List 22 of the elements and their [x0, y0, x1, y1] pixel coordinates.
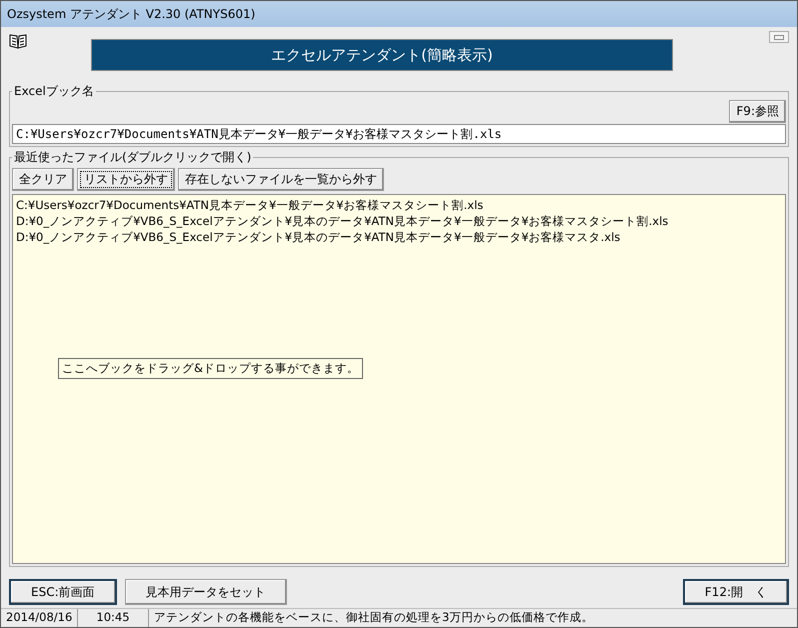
status-cell: 10:45 [78, 609, 149, 627]
file-item[interactable]: D:¥0_ノンアクティブ¥VB6_S_Excelアテンダント¥見本のデータ¥ATN見本データ¥一般データ¥お客様マスタシート割.xls [16, 213, 782, 229]
book-icon [9, 33, 27, 49]
window-title: Ozsystem アテンダント V2.30 (ATNYS601) [7, 6, 256, 22]
browse-button[interactable]: F9:参照 [729, 100, 786, 123]
file-list[interactable] [12, 194, 786, 564]
status-cell: 2014/08/16 [1, 609, 78, 627]
footer-button[interactable]: ESC:前画面 [9, 579, 117, 605]
footer-button[interactable]: 見本用データをセット [124, 579, 287, 605]
status-cell-text: アテンダントの各機能をベースに、御社固有の処理を3万円からの低価格で作成。 [153, 609, 594, 626]
drop-hint: ここへブックをドラッグ&ドロップする事ができます。 [58, 358, 363, 379]
file-item[interactable]: C:¥Users¥ozcr7¥Documents¥ATN見本データ¥一般データ¥お客様マスタシート割.xls [16, 197, 782, 213]
file-item[interactable]: D:¥0_ノンアクティブ¥VB6_S_Excelアテンダント¥見本のデータ¥ATN見本データ¥一般データ¥お客様マスタ.xls [16, 229, 782, 245]
restore-button[interactable] [769, 31, 789, 43]
group-label: 最近使ったファイル(ダブルクリックで開く) [13, 149, 252, 166]
book-path-field[interactable]: C:¥Users¥ozcr7¥Documents¥ATN見本データ¥一般データ¥お客様マスタシート割.xls [12, 124, 786, 144]
list-button[interactable]: 存在しないファイルを一覧から外す [178, 168, 384, 191]
header-banner: エクセルアテンダント(簡略表示) [91, 39, 673, 71]
list-button[interactable]: リストから外す [77, 168, 175, 191]
list-button[interactable]: 全クリア [12, 168, 74, 191]
footer-button[interactable]: F12:開 く [682, 579, 789, 605]
group-label: Excelブック名 [13, 83, 95, 100]
